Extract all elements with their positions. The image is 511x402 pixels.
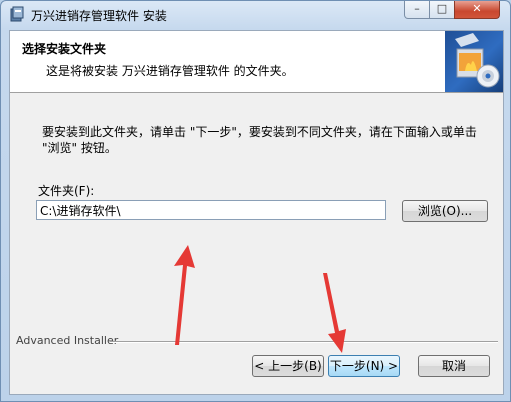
- dialog-header: 选择安装文件夹 这是将被安装 万兴进销存管理软件 的文件夹。: [10, 31, 503, 93]
- installer-window: 万兴进销存管理软件 安装 – □ ✕ 选择安装文件夹 这是将被安装 万兴进销存管…: [0, 0, 511, 402]
- back-button[interactable]: < 上一步(B): [252, 355, 324, 377]
- window-title: 万兴进销存管理软件 安装: [31, 9, 167, 23]
- close-button[interactable]: ✕: [454, 1, 500, 19]
- instruction-text: 要安装到此文件夹，请单击 "下一步"，要安装到不同文件夹，请在下面输入或单击 "…: [42, 125, 477, 155]
- folder-label: 文件夹(F):: [38, 184, 95, 198]
- maximize-button[interactable]: □: [429, 1, 455, 19]
- cancel-button[interactable]: 取消: [418, 355, 490, 377]
- page-subtitle: 这是将被安装 万兴进销存管理软件 的文件夹。: [46, 64, 294, 78]
- annotation-arrow-browse-icon: [174, 245, 195, 345]
- page-title: 选择安装文件夹: [22, 42, 107, 56]
- folder-path-input[interactable]: [36, 200, 386, 220]
- dialog-client-area: 选择安装文件夹 这是将被安装 万兴进销存管理软件 的文件夹。 要安装到此文件夹，…: [9, 30, 504, 395]
- installer-app-icon: [10, 6, 24, 22]
- next-button[interactable]: 下一步(N) >: [328, 355, 400, 377]
- package-disc-icon: [455, 33, 500, 88]
- minimize-button[interactable]: –: [404, 1, 430, 19]
- browse-button[interactable]: 浏览(O)...: [402, 200, 488, 222]
- installer-banner-graphic: [445, 31, 503, 92]
- installer-brand-label: Advanced Installer: [16, 334, 119, 347]
- title-bar[interactable]: 万兴进销存管理软件 安装 – □ ✕: [1, 1, 510, 29]
- annotation-arrow-next-icon: [323, 273, 346, 353]
